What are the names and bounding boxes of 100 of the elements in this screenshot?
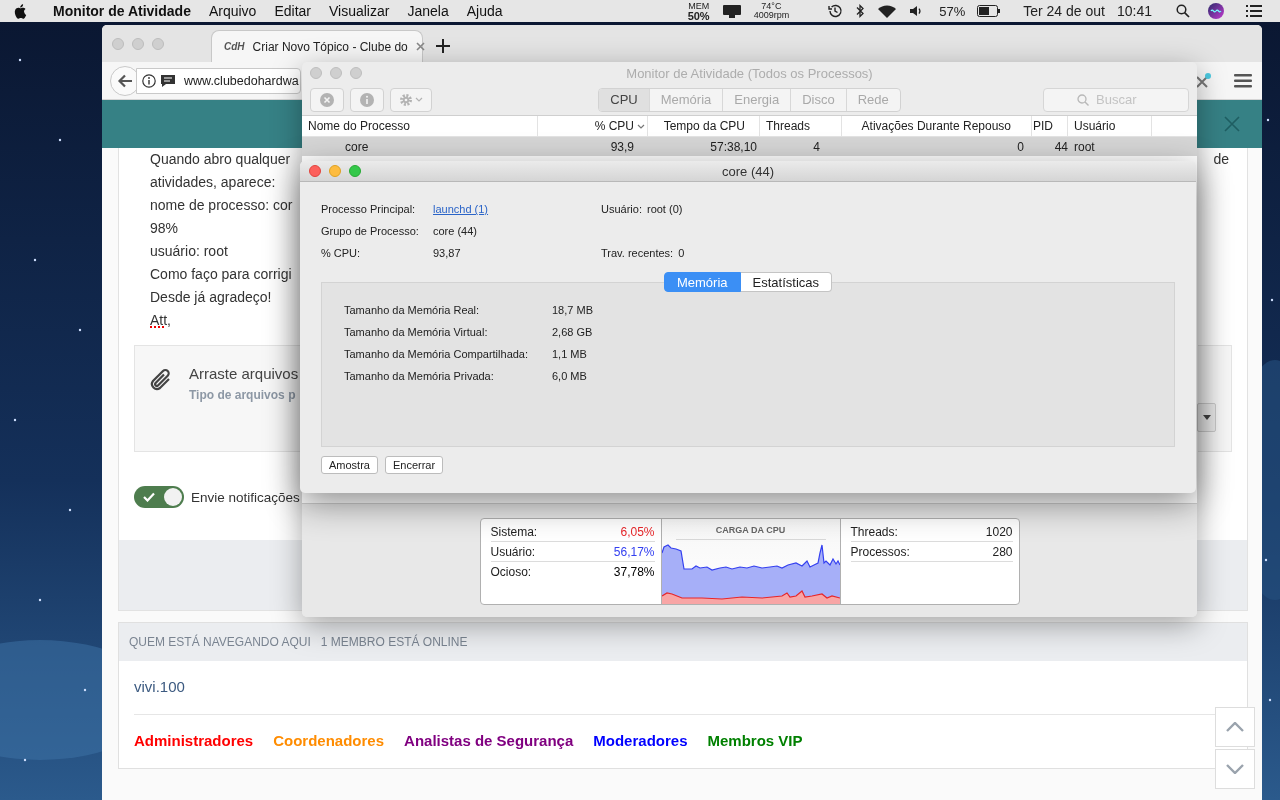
post-text-line: 98% — [150, 219, 179, 238]
view-tab[interactable]: CPU — [599, 88, 649, 111]
menu-icon[interactable] — [1234, 73, 1252, 88]
extension-icon[interactable] — [1194, 71, 1212, 90]
column-header[interactable]: PID — [1032, 116, 1068, 136]
post-text-line: Desde já agradeço! — [150, 288, 272, 307]
attachment-dropzone[interactable]: Arraste arquivos Tipo de arquivos p — [134, 345, 302, 452]
close-icon[interactable] — [415, 42, 425, 51]
browser-tab[interactable]: CdH Criar Novo Tópico - Clube do — [211, 30, 423, 62]
stat-label: Usuário: — [490, 544, 536, 559]
battery-icon[interactable] — [977, 5, 1002, 17]
column-header[interactable]: Tempo da CPU — [648, 116, 760, 136]
fan-speed-reading: 4009rpm — [753, 11, 790, 20]
column-header[interactable]: Usuário — [1068, 116, 1152, 136]
table-cell-text: 4 — [812, 139, 821, 154]
menu-item[interactable]: Ajuda — [457, 0, 512, 22]
member-link[interactable]: vivi.100 — [134, 677, 1232, 697]
dialog-button[interactable]: Amostra — [321, 456, 378, 474]
parent-process-link[interactable]: launchd (1) — [433, 203, 601, 215]
online-count: 1 MEMBRO ESTÁ ONLINE — [320, 635, 468, 649]
temperature-reading: 74°C — [761, 2, 782, 11]
group-legend-item[interactable]: Administradores — [134, 731, 254, 751]
chevron-up-icon — [1226, 722, 1244, 732]
info-icon[interactable] — [142, 73, 156, 88]
bluetooth-icon[interactable] — [855, 3, 866, 19]
menu-item[interactable]: Arquivo — [199, 0, 266, 22]
window-title: Monitor de Atividade (Todos os Processos) — [626, 65, 873, 81]
stat-label: Ocioso: — [490, 565, 532, 579]
stat-label: Processos: — [850, 544, 910, 559]
time-machine-icon[interactable] — [827, 3, 844, 19]
table-cell-text: root — [1073, 139, 1096, 154]
column-header[interactable]: Ativações Durante Repouso — [842, 116, 1032, 136]
menu-item[interactable]: Janela — [398, 0, 458, 22]
table-cell-text: 44 — [1053, 139, 1068, 154]
column-header[interactable]: % CPU — [538, 116, 648, 136]
search-icon — [1077, 93, 1089, 106]
apple-icon[interactable] — [14, 3, 28, 19]
column-header[interactable]: Threads — [760, 116, 842, 136]
menu-item[interactable]: Editar — [265, 0, 320, 22]
post-text-line: Como faço para corrigi — [150, 265, 292, 284]
check-icon — [143, 492, 155, 502]
field-label: Usuário: — [601, 203, 642, 215]
dialog-button[interactable]: Encerrar — [384, 456, 444, 474]
search-icon[interactable] — [1176, 4, 1190, 18]
stat-label: Threads: — [850, 524, 898, 539]
close-button[interactable] — [309, 165, 321, 177]
field-value: 0 — [678, 247, 685, 259]
sort-caret-icon — [637, 123, 645, 129]
stat-value: 56,17% — [613, 544, 655, 559]
memory-label: MEM — [688, 1, 710, 11]
stat-value: 280 — [992, 544, 1013, 559]
display-icon[interactable] — [721, 4, 742, 18]
field-label: % CPU: — [321, 247, 362, 259]
group-legend-item[interactable]: Membros VIP — [707, 731, 803, 751]
app-menu[interactable]: Monitor de Atividade — [44, 0, 200, 22]
post-text-line: de — [1213, 150, 1229, 169]
post-text-line: usuário: root — [150, 242, 228, 261]
group-legend-item[interactable]: Analistas de Segurança — [404, 731, 574, 751]
field-label: Trav. recentes: — [601, 247, 674, 259]
siri-icon[interactable] — [1208, 3, 1224, 19]
chevron-down-icon — [1226, 764, 1244, 774]
file-types-hint: Tipo de arquivos p — [189, 388, 297, 402]
field-value: 93,87 — [433, 247, 462, 259]
menu-item[interactable]: Visualizar — [320, 0, 399, 22]
field-value: root (0) — [646, 203, 683, 215]
wifi-icon[interactable] — [877, 3, 898, 19]
list-icon[interactable] — [1246, 5, 1262, 17]
caret-icon — [1202, 415, 1211, 420]
post-text-line: Quando abro qualquer — [150, 150, 291, 169]
process-row[interactable]: core 93,9 57:38,10 4 0 44 root — [302, 137, 1197, 156]
memory-value: 6,0 MB — [552, 370, 588, 382]
memory-value: 18,7 MB — [552, 304, 594, 316]
table-cell-text: core — [344, 139, 370, 154]
back-arrow-icon — [117, 73, 133, 88]
notification-label: Envie notificações — [191, 489, 300, 505]
battery-percentage: 57% — [939, 3, 966, 19]
volume-icon[interactable] — [909, 4, 924, 18]
memory-label: Tamanho da Memória Virtual: — [344, 326, 489, 338]
window-title: core (44) — [722, 163, 774, 179]
memory-value: 2,68 GB — [552, 326, 594, 338]
online-heading: QUEM ESTÁ NAVEGANDO AQUI — [129, 635, 311, 649]
clock-text: 10:41 — [1116, 3, 1152, 19]
gear-icon — [399, 92, 413, 107]
group-legend-item[interactable]: Moderadores — [593, 731, 688, 751]
stat-value: 6,05% — [620, 524, 655, 539]
column-header[interactable]: Nome do Processo — [302, 116, 538, 136]
url-text: www.clubedohardwa — [184, 73, 299, 88]
new-tab-icon[interactable] — [435, 38, 451, 54]
address-field[interactable]: www.clubedohardwa — [136, 67, 301, 94]
info-tab[interactable]: Estatísticas — [740, 272, 832, 292]
info-icon — [360, 92, 374, 107]
notification-toggle[interactable] — [134, 486, 184, 508]
field-value: core (44) — [433, 225, 479, 237]
post-text-line: nome de processo: cor — [150, 196, 293, 215]
message-icon[interactable] — [160, 73, 176, 88]
memory-label: Tamanho da Memória Compartilhada: — [344, 348, 530, 360]
post-text-line: atividades, aparece: — [150, 173, 276, 192]
memory-usage: 50% — [687, 10, 710, 21]
dropdown-button[interactable] — [1197, 403, 1216, 432]
stat-value: 1020 — [985, 524, 1013, 539]
